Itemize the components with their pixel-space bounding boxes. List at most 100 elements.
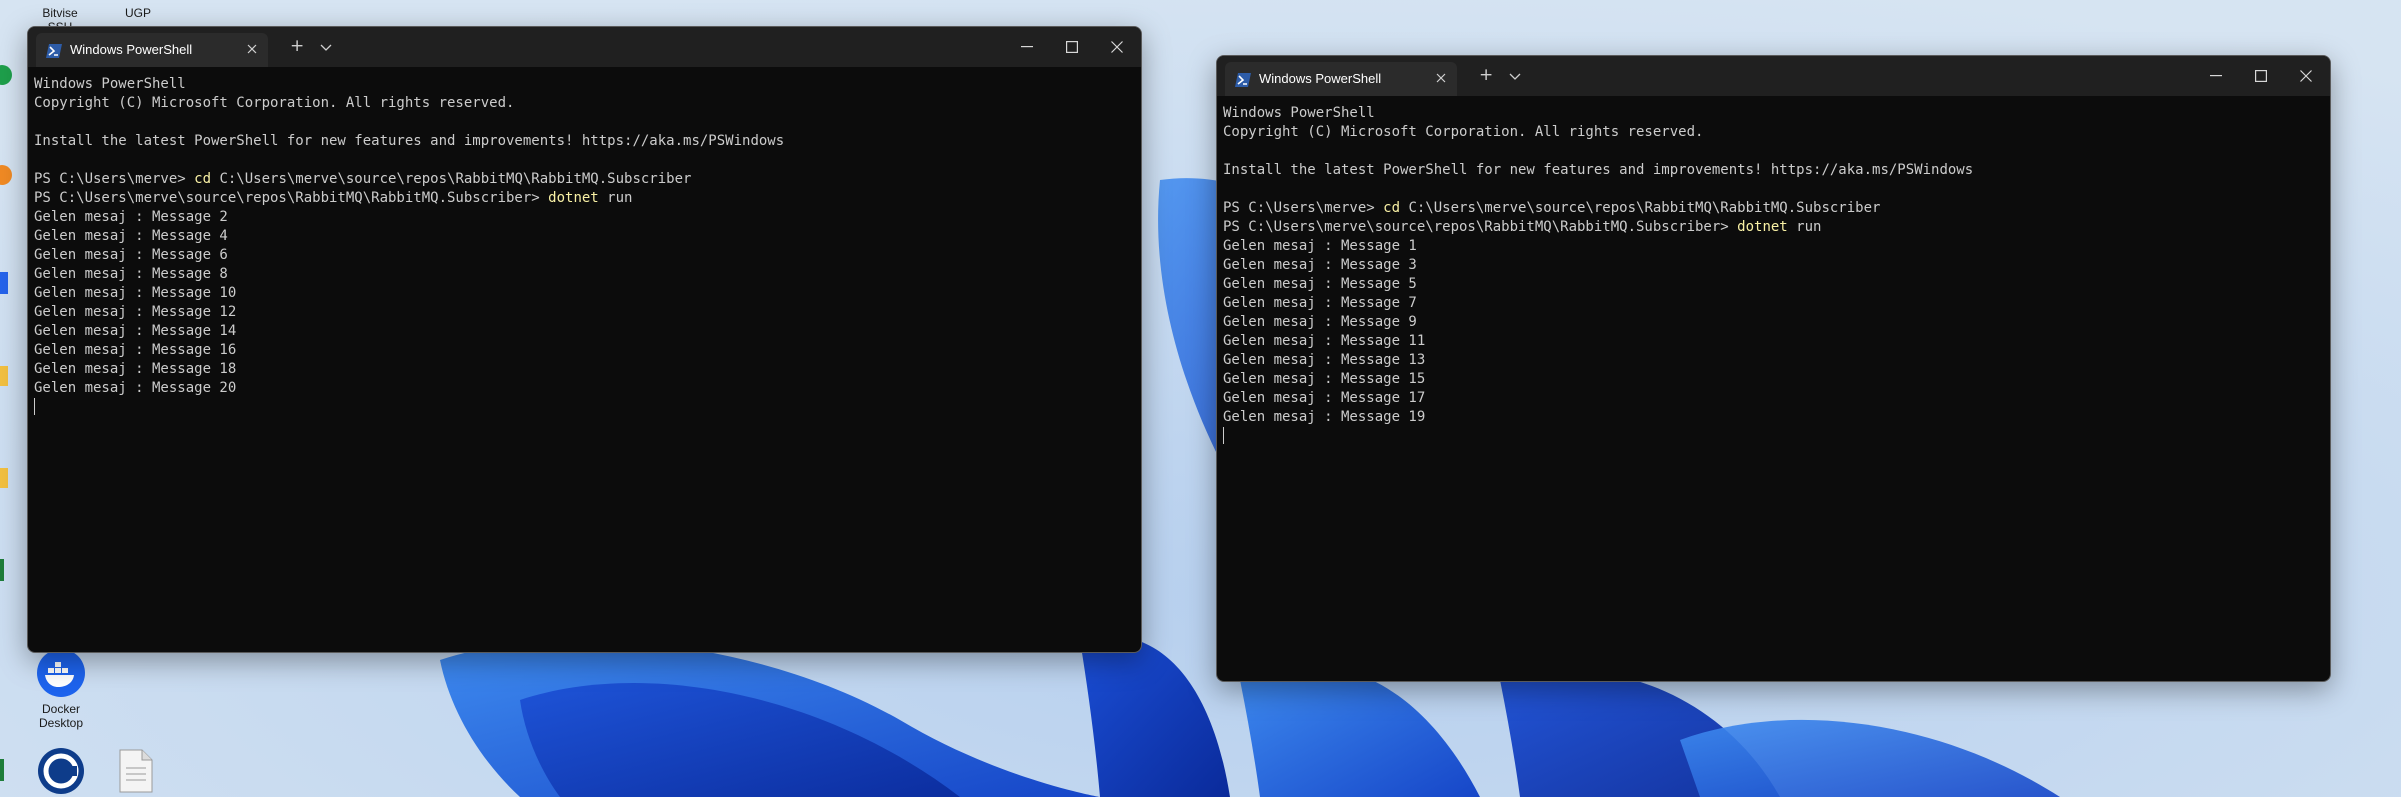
desktop-app-icon[interactable] [0, 268, 12, 298]
terminal-text: Gelen mesaj : Message 17 [1223, 390, 1426, 406]
terminal-text: Gelen mesaj : Message 1 [1223, 238, 1417, 254]
text-cursor [34, 398, 35, 415]
tab-windows-powershell[interactable]: Windows PowerShell [1225, 62, 1457, 96]
desktop-app-icon[interactable] [0, 755, 12, 785]
new-tab-button[interactable]: + [290, 36, 304, 56]
tab-title: Windows PowerShell [70, 42, 193, 57]
terminal-line: PS C:\Users\merve> cd C:\Users\merve\sou… [1223, 199, 2330, 218]
terminal-text: Gelen mesaj : Message 14 [34, 323, 237, 339]
terminal-text: Windows PowerShell [1223, 105, 1375, 121]
terminal-text: PS C:\Users\merve> [34, 171, 195, 187]
docker-desktop-icon[interactable] [36, 648, 86, 698]
terminal-line: Gelen mesaj : Message 10 [34, 284, 1141, 303]
app-circle-icon[interactable] [36, 746, 86, 796]
terminal-text: PS C:\Users\merve\source\repos\RabbitMQ\… [1223, 219, 1738, 235]
terminal-line: Gelen mesaj : Message 15 [1223, 370, 2330, 389]
terminal-line: Gelen mesaj : Message 3 [1223, 256, 2330, 275]
terminal-line: Install the latest PowerShell for new fe… [34, 132, 1141, 151]
maximize-icon[interactable] [2255, 70, 2267, 82]
command-token: cd [1383, 200, 1401, 216]
terminal-text: Gelen mesaj : Message 2 [34, 209, 228, 225]
text-file-icon[interactable] [118, 748, 154, 794]
terminal-line: Install the latest PowerShell for new fe… [1223, 161, 2330, 180]
terminal-text: Install the latest PowerShell for new fe… [1223, 162, 1974, 178]
terminal-text: Gelen mesaj : Message 10 [34, 285, 237, 301]
terminal-output[interactable]: Windows PowerShell Copyright (C) Microsof… [34, 75, 1141, 652]
terminal-text: Gelen mesaj : Message 11 [1223, 333, 1426, 349]
desktop-app-icon[interactable] [0, 160, 12, 190]
terminal-text: run [598, 190, 633, 206]
chevron-down-icon[interactable] [320, 44, 332, 52]
minimize-icon[interactable] [2210, 75, 2222, 77]
terminal-line: Windows PowerShell [1223, 104, 2330, 123]
terminal-line: Windows PowerShell [34, 75, 1141, 94]
command-token: dotnet [1737, 219, 1788, 235]
minimize-icon[interactable] [1021, 46, 1033, 48]
terminal-line: Gelen mesaj : Message 14 [34, 322, 1141, 341]
terminal-text: Gelen mesaj : Message 19 [1223, 409, 1426, 425]
desktop-label-docker[interactable]: Docker Desktop [30, 702, 92, 730]
terminal-window-left[interactable]: Windows PowerShell + Windows PowerShell C… [27, 26, 1142, 653]
desktop-app-icon[interactable] [0, 60, 12, 90]
title-bar[interactable]: Windows PowerShell + [28, 27, 1141, 67]
maximize-icon[interactable] [1066, 41, 1078, 53]
terminal-line: Gelen mesaj : Message 4 [34, 227, 1141, 246]
desktop-folder-icon[interactable] [0, 462, 12, 492]
terminal-line: Gelen mesaj : Message 17 [1223, 389, 2330, 408]
terminal-text: Gelen mesaj : Message 12 [34, 304, 237, 320]
terminal-text: Gelen mesaj : Message 20 [34, 380, 237, 396]
terminal-text: Gelen mesaj : Message 4 [34, 228, 228, 244]
terminal-line: Gelen mesaj : Message 16 [34, 341, 1141, 360]
close-tab-icon[interactable] [246, 43, 258, 55]
terminal-line: Gelen mesaj : Message 20 [34, 379, 1141, 398]
close-window-icon[interactable] [2300, 70, 2312, 82]
terminal-line: Gelen mesaj : Message 12 [34, 303, 1141, 322]
powershell-icon [1235, 73, 1251, 87]
terminal-line: Copyright (C) Microsoft Corporation. All… [1223, 123, 2330, 142]
terminal-line: PS C:\Users\merve\source\repos\RabbitMQ\… [34, 189, 1141, 208]
command-token: dotnet [548, 190, 599, 206]
terminal-line: Gelen mesaj : Message 19 [1223, 408, 2330, 427]
terminal-line: Gelen mesaj : Message 5 [1223, 275, 2330, 294]
terminal-text: Copyright (C) Microsoft Corporation. All… [34, 95, 515, 111]
terminal-text: Gelen mesaj : Message 9 [1223, 314, 1417, 330]
command-token: cd [194, 171, 212, 187]
terminal-window-right[interactable]: Windows PowerShell + Windows PowerShell C… [1216, 55, 2331, 682]
close-window-icon[interactable] [1111, 41, 1123, 53]
terminal-text: Gelen mesaj : Message 8 [34, 266, 228, 282]
terminal-line: Gelen mesaj : Message 6 [34, 246, 1141, 265]
close-tab-icon[interactable] [1435, 72, 1447, 84]
terminal-line: Gelen mesaj : Message 7 [1223, 294, 2330, 313]
terminal-text: Copyright (C) Microsoft Corporation. All… [1223, 124, 1704, 140]
terminal-text: Gelen mesaj : Message 3 [1223, 257, 1417, 273]
terminal-line: Gelen mesaj : Message 11 [1223, 332, 2330, 351]
terminal-line: Gelen mesaj : Message 2 [34, 208, 1141, 227]
terminal-text: Gelen mesaj : Message 13 [1223, 352, 1426, 368]
tab-windows-powershell[interactable]: Windows PowerShell [36, 33, 268, 67]
cursor-line [34, 398, 1141, 417]
cursor-line [1223, 427, 2330, 446]
new-tab-button[interactable]: + [1479, 65, 1493, 85]
terminal-text: C:\Users\merve\source\repos\RabbitMQ\Rab… [211, 171, 692, 187]
text-cursor [1223, 427, 1224, 444]
desktop-label-ugp[interactable]: UGP [118, 6, 158, 20]
terminal-line: Gelen mesaj : Message 9 [1223, 313, 2330, 332]
terminal-line: Gelen mesaj : Message 13 [1223, 351, 2330, 370]
title-bar[interactable]: Windows PowerShell + [1217, 56, 2330, 96]
chevron-down-icon[interactable] [1509, 73, 1521, 81]
terminal-text: Gelen mesaj : Message 16 [34, 342, 237, 358]
terminal-line: Gelen mesaj : Message 18 [34, 360, 1141, 379]
terminal-text: Gelen mesaj : Message 18 [34, 361, 237, 377]
terminal-line: PS C:\Users\merve> cd C:\Users\merve\sou… [34, 170, 1141, 189]
terminal-line: Gelen mesaj : Message 8 [34, 265, 1141, 284]
terminal-line: PS C:\Users\merve\source\repos\RabbitMQ\… [1223, 218, 2330, 237]
terminal-text: run [1787, 219, 1822, 235]
desktop-app-icon[interactable] [0, 555, 12, 585]
tab-title: Windows PowerShell [1259, 71, 1382, 86]
terminal-text: PS C:\Users\merve> [1223, 200, 1384, 216]
desktop-folder-icon[interactable] [0, 360, 12, 390]
terminal-output[interactable]: Windows PowerShell Copyright (C) Microsof… [1223, 104, 2330, 681]
